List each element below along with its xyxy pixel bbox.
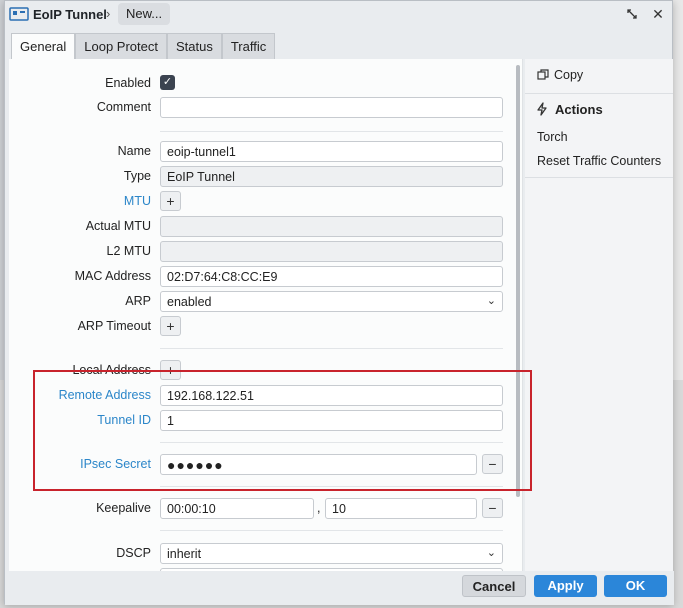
window-title: EoIP Tunnel bbox=[33, 7, 107, 22]
dscp-label: DSCP bbox=[116, 546, 151, 560]
side-panel: Copy Actions Torch Reset Traffic Counter… bbox=[525, 59, 673, 571]
section-divider bbox=[160, 131, 503, 132]
tab-loop-protect[interactable]: Loop Protect bbox=[75, 33, 167, 59]
comment-field[interactable] bbox=[160, 97, 503, 118]
mtu-row: MTU + bbox=[9, 191, 522, 213]
background-app-right bbox=[673, 0, 683, 380]
comment-label: Comment bbox=[96, 100, 151, 114]
titlebar: EoIP Tunnel › New... ✕ bbox=[5, 1, 672, 29]
arp-timeout-label: ARP Timeout bbox=[77, 319, 151, 333]
keepalive-retries-field[interactable]: 10 bbox=[325, 498, 477, 519]
keepalive-remove-button[interactable]: − bbox=[482, 498, 503, 518]
arp-select[interactable]: enabled ⌄ bbox=[160, 291, 503, 312]
side-divider bbox=[525, 93, 673, 94]
mac-label: MAC Address bbox=[74, 269, 151, 283]
ok-button[interactable]: OK bbox=[604, 575, 667, 597]
enabled-row: Enabled ✓ bbox=[9, 73, 522, 95]
dscp-select[interactable]: inherit ⌄ bbox=[160, 543, 503, 564]
actions-heading: Actions bbox=[555, 102, 603, 117]
apply-button[interactable]: Apply bbox=[534, 575, 597, 597]
l2-mtu-row: L2 MTU bbox=[9, 241, 522, 263]
keepalive-separator: , bbox=[317, 501, 321, 515]
arp-label: ARP bbox=[125, 294, 151, 308]
arp-timeout-add-button[interactable]: + bbox=[160, 316, 181, 336]
l2-mtu-field bbox=[160, 241, 503, 262]
general-form: Enabled ✓ Comment Name eoip-tunnel1 Type… bbox=[9, 59, 523, 571]
eoip-tunnel-dialog: EoIP Tunnel › New... ✕ General Loop Prot… bbox=[4, 0, 674, 605]
type-label: Type bbox=[123, 169, 151, 183]
arp-select-value: enabled bbox=[167, 295, 212, 309]
section-divider bbox=[160, 348, 503, 349]
actual-mtu-row: Actual MTU bbox=[9, 216, 522, 238]
dscp-row: DSCP inherit ⌄ bbox=[9, 543, 522, 565]
mtu-label[interactable]: MTU bbox=[124, 194, 151, 208]
chevron-down-icon: ⌄ bbox=[486, 295, 496, 307]
enabled-label: Enabled bbox=[105, 76, 151, 90]
tab-traffic[interactable]: Traffic bbox=[221, 33, 276, 59]
arp-row: ARP enabled ⌄ bbox=[9, 291, 522, 313]
breadcrumb-new[interactable]: New... bbox=[118, 3, 171, 25]
copy-icon bbox=[537, 69, 549, 81]
detach-window-icon[interactable] bbox=[623, 5, 641, 23]
mac-row: MAC Address 02:D7:64:C8:CC:E9 bbox=[9, 266, 522, 288]
interface-icon bbox=[9, 7, 29, 21]
name-label: Name bbox=[117, 144, 151, 158]
actual-mtu-field bbox=[160, 216, 503, 237]
mac-field[interactable]: 02:D7:64:C8:CC:E9 bbox=[160, 266, 503, 287]
name-field[interactable]: eoip-tunnel1 bbox=[160, 141, 503, 162]
comment-row: Comment bbox=[9, 97, 522, 119]
highlight-box bbox=[33, 370, 532, 491]
tab-general[interactable]: General bbox=[11, 33, 76, 59]
dscp-select-value: inherit bbox=[167, 547, 202, 561]
name-row: Name eoip-tunnel1 bbox=[9, 141, 522, 163]
keepalive-label: Keepalive bbox=[96, 501, 151, 515]
arp-timeout-row: ARP Timeout + bbox=[9, 316, 522, 338]
actual-mtu-label: Actual MTU bbox=[85, 219, 151, 233]
keepalive-row: Keepalive 00:00:10 , 10 − bbox=[9, 498, 522, 520]
l2-mtu-label: L2 MTU bbox=[106, 244, 151, 258]
type-row: Type EoIP Tunnel bbox=[9, 166, 522, 188]
type-field: EoIP Tunnel bbox=[160, 166, 503, 187]
keepalive-interval-field[interactable]: 00:00:10 bbox=[160, 498, 314, 519]
breadcrumb-separator: › bbox=[106, 6, 111, 21]
enabled-checkbox[interactable]: ✓ bbox=[160, 75, 175, 90]
side-divider bbox=[525, 177, 673, 178]
actions-icon bbox=[535, 102, 549, 116]
tab-status[interactable]: Status bbox=[166, 33, 222, 59]
copy-button[interactable]: Copy bbox=[554, 68, 583, 82]
section-divider bbox=[160, 530, 503, 531]
close-icon[interactable]: ✕ bbox=[649, 5, 667, 23]
torch-action[interactable]: Torch bbox=[537, 130, 568, 144]
cancel-button[interactable]: Cancel bbox=[462, 575, 526, 597]
chevron-down-icon: ⌄ bbox=[486, 547, 496, 559]
mtu-add-button[interactable]: + bbox=[160, 191, 181, 211]
reset-traffic-counters-action[interactable]: Reset Traffic Counters bbox=[537, 154, 661, 168]
tab-bar: General Loop Protect Status Traffic bbox=[11, 33, 276, 59]
